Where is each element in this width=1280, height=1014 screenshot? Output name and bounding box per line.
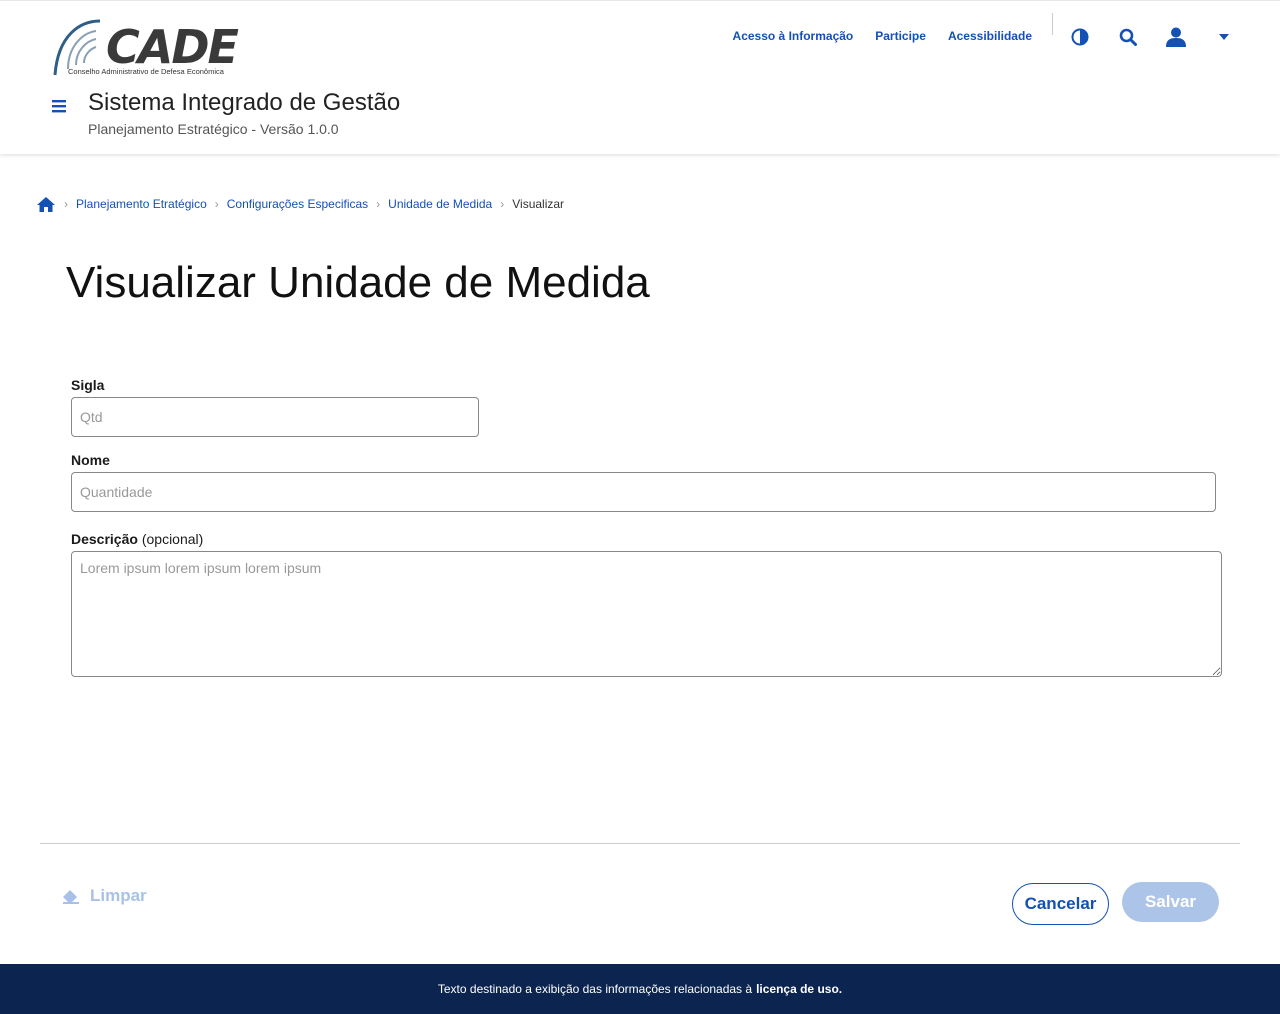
link-acesso-informacao[interactable]: Acesso à Informação bbox=[733, 29, 854, 43]
logo-subtitle: Conselho Administrativo de Defesa Econôm… bbox=[68, 67, 224, 76]
nome-input[interactable] bbox=[71, 472, 1216, 512]
caret-down-icon[interactable] bbox=[1212, 25, 1236, 49]
breadcrumb: › Planejamento Etratégico › Configuraçõe… bbox=[36, 194, 564, 214]
search-icon[interactable] bbox=[1116, 25, 1140, 49]
contrast-icon[interactable] bbox=[1068, 25, 1092, 49]
breadcrumb-configuracoes[interactable]: Configurações Especificas bbox=[227, 197, 368, 211]
chevron-right-icon: › bbox=[64, 197, 68, 211]
home-icon[interactable] bbox=[36, 196, 56, 213]
chevron-right-icon: › bbox=[500, 197, 505, 211]
save-button[interactable]: Salvar bbox=[1122, 882, 1219, 922]
user-icon[interactable] bbox=[1164, 25, 1188, 49]
breadcrumb-current: Visualizar bbox=[512, 197, 565, 211]
clear-button-label: Limpar bbox=[90, 886, 147, 905]
license-link[interactable]: licença de uso. bbox=[756, 982, 842, 996]
sigla-label: Sigla bbox=[71, 377, 105, 393]
descricao-textarea[interactable] bbox=[71, 551, 1222, 677]
descricao-label: Descrição (opcional) bbox=[71, 531, 203, 547]
system-subtitle: Planejamento Estratégico - Versão 1.0.0 bbox=[88, 121, 339, 137]
chevron-right-icon: › bbox=[376, 197, 381, 211]
cancel-button[interactable]: Cancelar bbox=[1012, 883, 1109, 925]
chevron-right-icon: › bbox=[214, 197, 219, 211]
eraser-icon bbox=[63, 890, 79, 904]
site-footer: Texto destinado a exibição das informaçõ… bbox=[0, 964, 1280, 1014]
menu-icon[interactable] bbox=[50, 97, 70, 115]
actions-divider bbox=[40, 843, 1240, 844]
top-links: Acesso à Informação Participe Acessibili… bbox=[733, 29, 1032, 43]
link-participe[interactable]: Participe bbox=[875, 29, 926, 43]
sigla-input[interactable] bbox=[71, 397, 479, 437]
page-title: Visualizar Unidade de Medida bbox=[66, 258, 650, 307]
system-title: Sistema Integrado de Gestão bbox=[88, 89, 401, 116]
link-acessibilidade[interactable]: Acessibilidade bbox=[948, 29, 1032, 43]
footer-text: Texto destinado a exibição das informaçõ… bbox=[437, 982, 753, 996]
clear-button[interactable]: Limpar bbox=[62, 886, 147, 906]
site-header: CADE Conselho Administrativo de Defesa E… bbox=[0, 0, 1280, 154]
cade-logo[interactable]: CADE Conselho Administrativo de Defesa E… bbox=[52, 17, 242, 79]
breadcrumb-planejamento[interactable]: Planejamento Etratégico bbox=[76, 197, 207, 211]
descricao-label-text: Descrição bbox=[71, 531, 138, 547]
nome-label: Nome bbox=[71, 452, 110, 468]
breadcrumb-unidade-medida[interactable]: Unidade de Medida bbox=[388, 197, 492, 211]
header-divider bbox=[1052, 13, 1053, 35]
optional-tag: (opcional) bbox=[141, 531, 204, 547]
